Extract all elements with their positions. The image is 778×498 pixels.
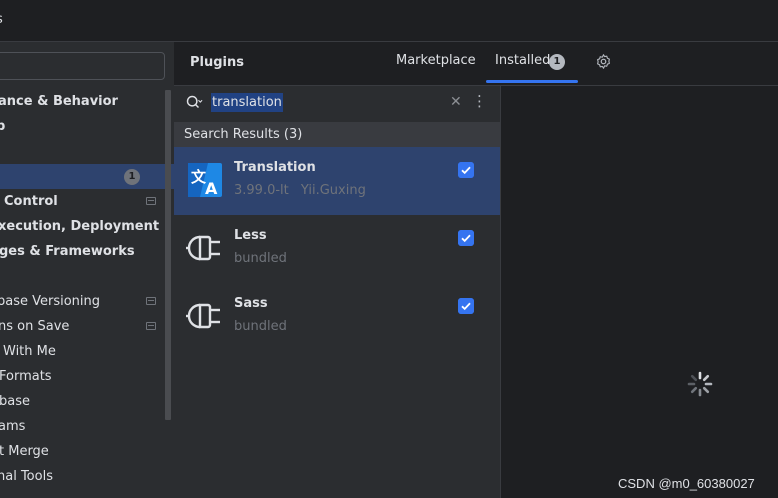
plugin-row-sass[interactable]: Sass bundled (174, 283, 500, 351)
plugin-name: Translation (234, 160, 316, 175)
sidebar-item-editor[interactable] (0, 139, 174, 164)
project-scope-icon (146, 297, 156, 305)
plugin-name: Less (234, 228, 267, 243)
title-bar: s (0, 0, 778, 42)
sidebar-item-build-execution-deployment[interactable]: xecution, Deployment (0, 214, 174, 239)
sidebar-item-git-merge[interactable]: t Merge (0, 439, 174, 464)
sidebar-item-external-tools[interactable]: nal Tools (0, 464, 174, 489)
gear-icon[interactable] (595, 53, 612, 70)
tab-marketplace[interactable]: Marketplace (396, 53, 476, 68)
plugin-name: Sass (234, 296, 268, 311)
tab-installed[interactable]: Installed (495, 53, 550, 68)
watermark: CSDN @m0_60380027 (618, 476, 755, 491)
sidebar-item-appearance-behavior[interactable]: ance & Behavior (0, 89, 174, 114)
plugin-version: bundled (234, 319, 287, 334)
sidebar-item-streams[interactable]: ams (0, 414, 174, 439)
sidebar-item-version-control[interactable]: Control (0, 189, 174, 214)
active-tab-indicator (486, 80, 578, 83)
clear-search-icon[interactable]: ✕ (450, 94, 462, 110)
svg-text:A: A (205, 179, 218, 198)
plugin-version: bundled (234, 251, 287, 266)
settings-search-input[interactable] (0, 52, 165, 80)
page-title: Plugins (190, 55, 244, 70)
sidebar-item-actions-on-save[interactable]: ns on Save (0, 314, 174, 339)
plugin-vendor: Yii.Guxing (300, 183, 366, 198)
translate-icon: 文 A (188, 163, 222, 198)
sidebar-item-tools[interactable] (0, 264, 174, 289)
project-scope-icon (146, 197, 156, 205)
settings-sidebar: ance & Behavior p 1 Control xecution, De… (0, 42, 174, 498)
plug-icon (186, 235, 220, 261)
plug-icon (186, 303, 220, 329)
installed-count-badge: 1 (549, 54, 565, 70)
plugin-row-translation[interactable]: 文 A Translation 3.99.0-lt Yii.Guxing (174, 147, 500, 215)
window-title: s (0, 12, 3, 27)
sidebar-item-keymap[interactable]: p (0, 114, 174, 139)
enable-checkbox[interactable] (458, 298, 474, 314)
project-scope-icon (146, 322, 156, 330)
more-options-icon[interactable]: ⋮ (472, 92, 487, 110)
sidebar-item-file-formats[interactable]: Formats (0, 364, 174, 389)
sidebar-item-database-versioning[interactable]: base Versioning (0, 289, 174, 314)
search-icon[interactable] (185, 94, 203, 112)
plugin-search-input[interactable]: translation (211, 93, 283, 112)
plugin-row-less[interactable]: Less bundled (174, 215, 500, 283)
sidebar-item-languages-frameworks[interactable]: ges & Frameworks (0, 239, 174, 264)
plugins-count-badge: 1 (124, 169, 140, 185)
search-results-header: Search Results (3) (174, 122, 500, 147)
plugin-version: 3.99.0-lt (234, 183, 289, 198)
sidebar-item-plugins[interactable]: 1 (0, 164, 174, 189)
enable-checkbox[interactable] (458, 230, 474, 246)
sidebar-scrollbar[interactable] (165, 90, 171, 420)
sidebar-item-code-with-me[interactable]: With Me (0, 339, 174, 364)
plugin-details-pane (500, 86, 778, 498)
enable-checkbox[interactable] (458, 162, 474, 178)
sidebar-item-database[interactable]: base (0, 389, 174, 414)
loading-spinner-icon (687, 371, 713, 397)
